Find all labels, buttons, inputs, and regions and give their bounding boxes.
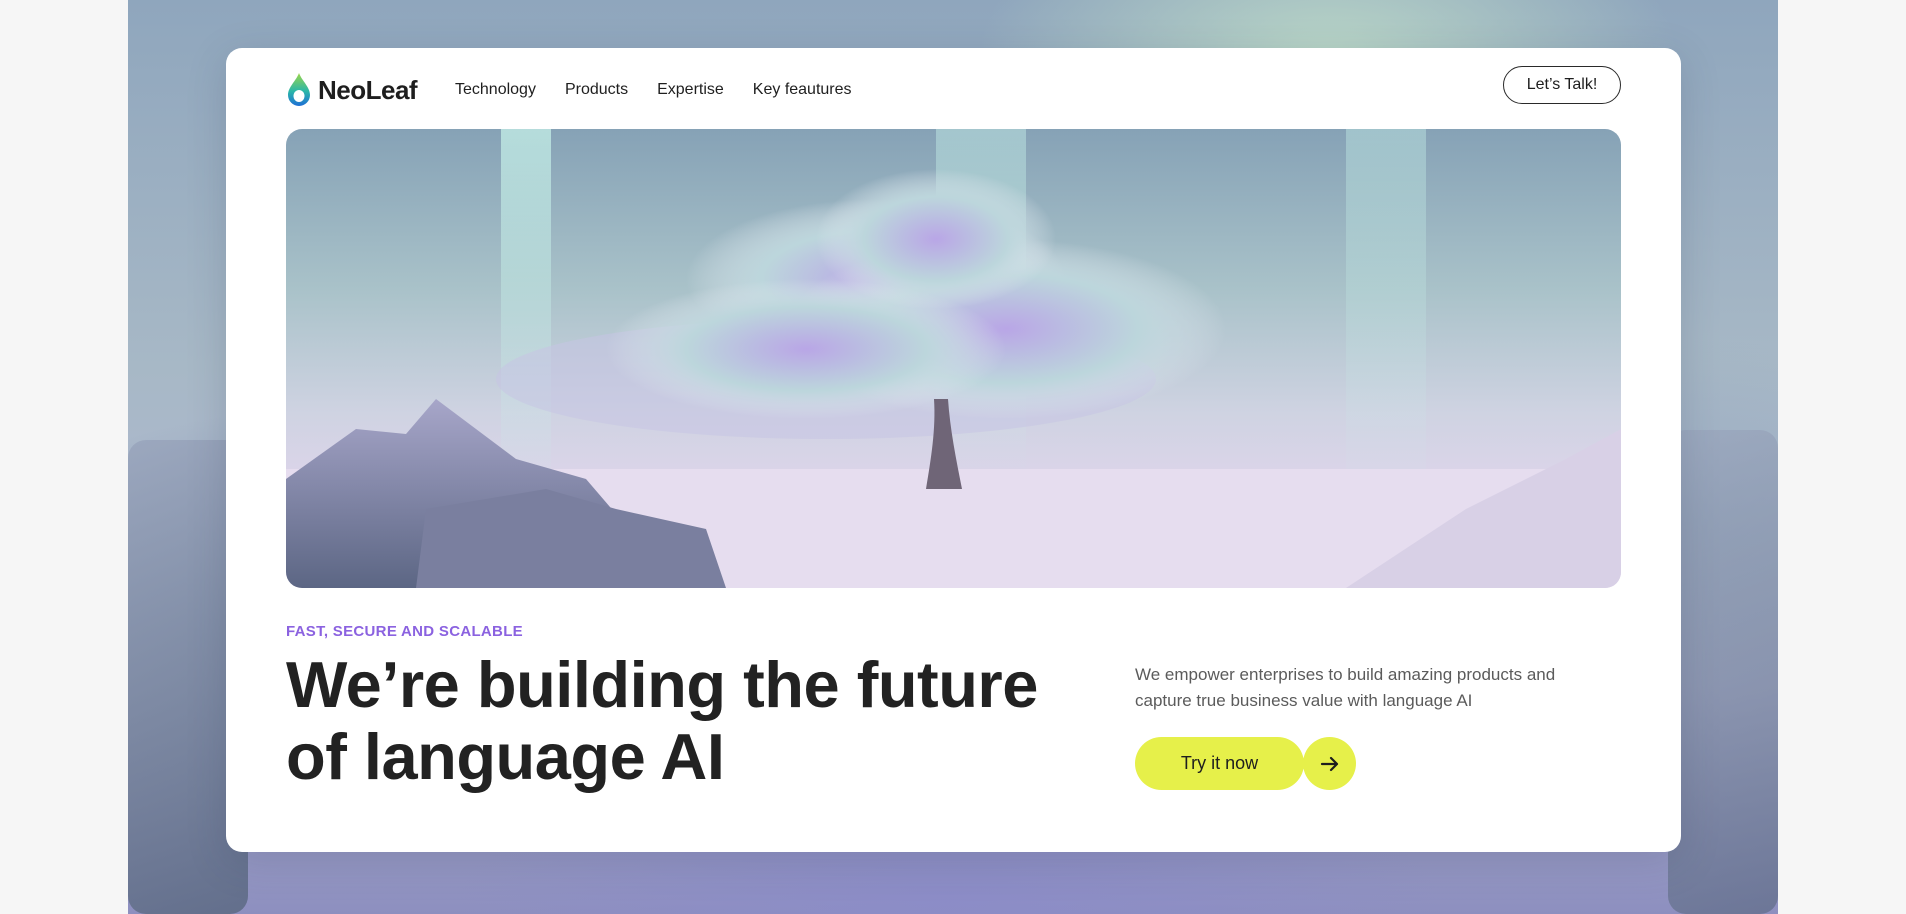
brand-name: NeoLeaf — [318, 74, 418, 105]
hero-description: We empower enterprises to build amazing … — [1135, 665, 1556, 710]
backdrop-rock — [1668, 430, 1778, 914]
nav-item-technology[interactable]: Technology — [455, 81, 536, 99]
try-it-now-arrow-button[interactable] — [1303, 737, 1356, 790]
hero-headline: We’re building the future of language AI — [286, 648, 1038, 793]
try-it-now-button[interactable]: Try it now — [1135, 737, 1304, 790]
hero-illustration — [286, 129, 1621, 588]
hero-eyebrow: FAST, SECURE AND SCALABLE — [286, 623, 523, 640]
lets-talk-button[interactable]: Let’s Talk! — [1503, 66, 1621, 104]
nav-item-key-features[interactable]: Key feautures — [753, 81, 852, 99]
brand-logo[interactable]: NeoLeaf — [286, 66, 418, 114]
main-card: NeoLeaf Technology Products Expertise Ke… — [226, 48, 1681, 852]
nav-item-products[interactable]: Products — [565, 81, 628, 99]
top-navigation: NeoLeaf Technology Products Expertise Ke… — [286, 66, 1621, 114]
nav-item-expertise[interactable]: Expertise — [657, 81, 724, 99]
main-menu: Technology Products Expertise Key feautu… — [455, 66, 852, 114]
arrow-right-icon — [1320, 756, 1338, 771]
droplet-leaf-icon — [288, 73, 310, 106]
hero-image — [286, 129, 1621, 588]
